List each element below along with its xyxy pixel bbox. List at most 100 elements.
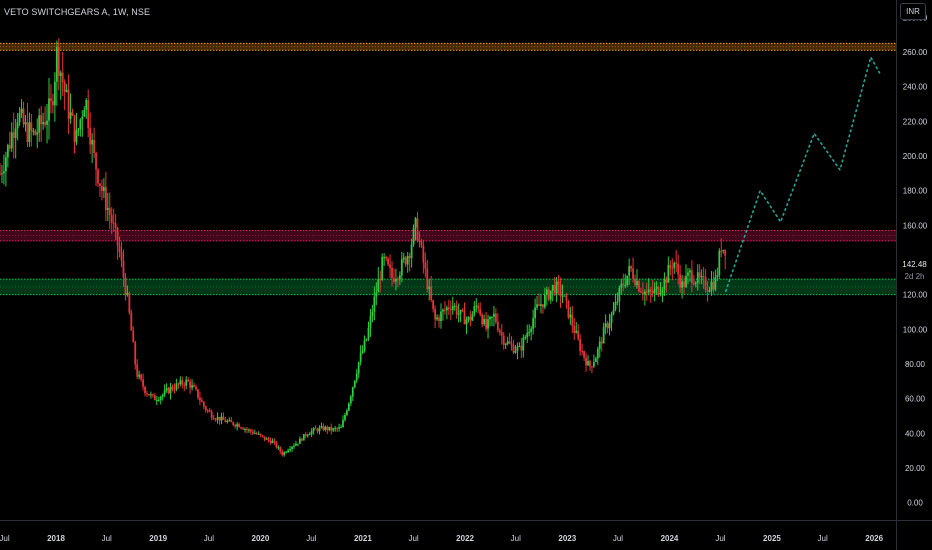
x-tick-label-0: Jul	[0, 534, 10, 543]
candle-body-262	[512, 345, 515, 353]
x-tick-label-12: Jul	[613, 534, 623, 543]
candle-body-264	[516, 346, 519, 352]
candle-body-338	[661, 289, 664, 293]
x-tick-label-8: Jul	[408, 534, 418, 543]
candle-body-258	[504, 343, 507, 345]
candle-body-233	[455, 305, 458, 315]
candle-body-129	[251, 431, 254, 434]
candle-body-290	[567, 300, 570, 318]
candle-body-343	[671, 267, 674, 269]
candle-body-360	[704, 277, 707, 290]
y-tick-label-0: 0.00	[907, 499, 923, 508]
candle-body-287	[561, 295, 564, 297]
candle-body-255	[498, 330, 501, 333]
candle-body-356	[696, 272, 699, 283]
candle-body-245	[479, 308, 482, 315]
candle-body-234	[457, 313, 460, 315]
candle-body-112	[218, 416, 221, 421]
candle-body-207	[404, 257, 407, 265]
currency-button[interactable]: INR	[900, 3, 926, 20]
candle-body-127	[248, 429, 250, 431]
candle-body-84	[163, 390, 166, 395]
candle-body-216	[422, 245, 425, 263]
candle-body-166	[324, 426, 327, 430]
candle-body-117	[228, 420, 231, 422]
candle-body-357	[698, 272, 701, 278]
candle-body-76	[148, 393, 150, 396]
candle-body-61	[118, 245, 121, 253]
candle-body-342	[669, 265, 672, 268]
candle-body-173	[338, 427, 340, 429]
candle-body-67	[130, 312, 133, 331]
candle-body-82	[159, 396, 162, 401]
candle-body-282	[551, 285, 554, 291]
candle-body-75	[146, 393, 148, 395]
candle-body-315	[616, 301, 619, 303]
candle-body-353	[690, 270, 693, 283]
candle-body-350	[685, 275, 687, 287]
candle-body-291	[569, 314, 572, 318]
candle-body-340	[665, 278, 668, 283]
candle-body-144	[281, 451, 284, 455]
candle-body-294	[575, 330, 578, 333]
candle-body-172	[336, 428, 339, 430]
candle-body-115	[224, 419, 227, 423]
candle-body-130	[253, 433, 256, 435]
candle-body-283	[553, 285, 556, 294]
candle-body-96	[187, 379, 190, 382]
candle-body-252	[493, 313, 495, 317]
candle-body-202	[395, 279, 397, 282]
candle-body-14	[26, 122, 29, 142]
candle-body-12	[22, 108, 25, 125]
candle-body-165	[322, 426, 325, 430]
candle-body-243	[475, 305, 478, 307]
candle-body-319	[624, 285, 627, 287]
candle-body-272	[532, 318, 535, 329]
candle-body-53	[102, 187, 105, 191]
projection-path	[724, 55, 881, 293]
candle-body-200	[391, 267, 393, 278]
candle-body-224	[438, 317, 440, 322]
candle-body-298	[583, 351, 585, 358]
y-tick-label-5: 100.00	[903, 325, 928, 334]
candle-body-288	[563, 295, 566, 297]
candle-body-29	[55, 47, 58, 82]
candle-body-160	[312, 428, 315, 432]
candle-body-83	[161, 394, 164, 397]
candle-body-250	[489, 316, 491, 320]
candle-body-240	[469, 317, 472, 321]
y-tick-label-10: 200.00	[903, 152, 928, 161]
candle-body-6	[10, 132, 13, 149]
candle-body-219	[428, 286, 431, 290]
price-chart[interactable]: 0.0020.0040.0060.0080.00100.00120.00140.…	[0, 0, 932, 550]
candle-body-55	[106, 208, 109, 210]
candle-body-161	[314, 428, 317, 430]
candle-body-22	[42, 122, 45, 125]
candle-body-66	[128, 293, 131, 313]
candle-body-239	[467, 317, 470, 320]
candle-body-93	[181, 380, 184, 385]
candle-body-108	[210, 411, 213, 418]
candle-body-47	[91, 139, 94, 145]
candle-body-314	[614, 302, 617, 310]
candle-body-309	[604, 323, 607, 328]
candle-body-43	[83, 109, 86, 117]
candle-body-203	[396, 279, 399, 281]
candle-body-16	[30, 122, 33, 131]
candle-body-89	[173, 389, 176, 391]
candle-body-269	[526, 332, 529, 338]
candle-body-48	[93, 139, 95, 154]
candle-body-349	[683, 281, 685, 287]
x-tick-label-5: 2020	[252, 534, 270, 543]
candle-body-244	[477, 305, 480, 309]
candle-body-266	[520, 345, 523, 351]
candle-body-176	[344, 415, 346, 420]
candle-body-116	[226, 421, 229, 423]
y-tick-label-13: 260.00	[903, 48, 928, 57]
candle-body-189	[369, 316, 372, 328]
candle-body-142	[277, 447, 280, 449]
candle-body-119	[232, 422, 235, 425]
candle-body-334	[653, 288, 656, 294]
candle-body-368	[720, 250, 723, 252]
candle-body-162	[316, 428, 319, 432]
